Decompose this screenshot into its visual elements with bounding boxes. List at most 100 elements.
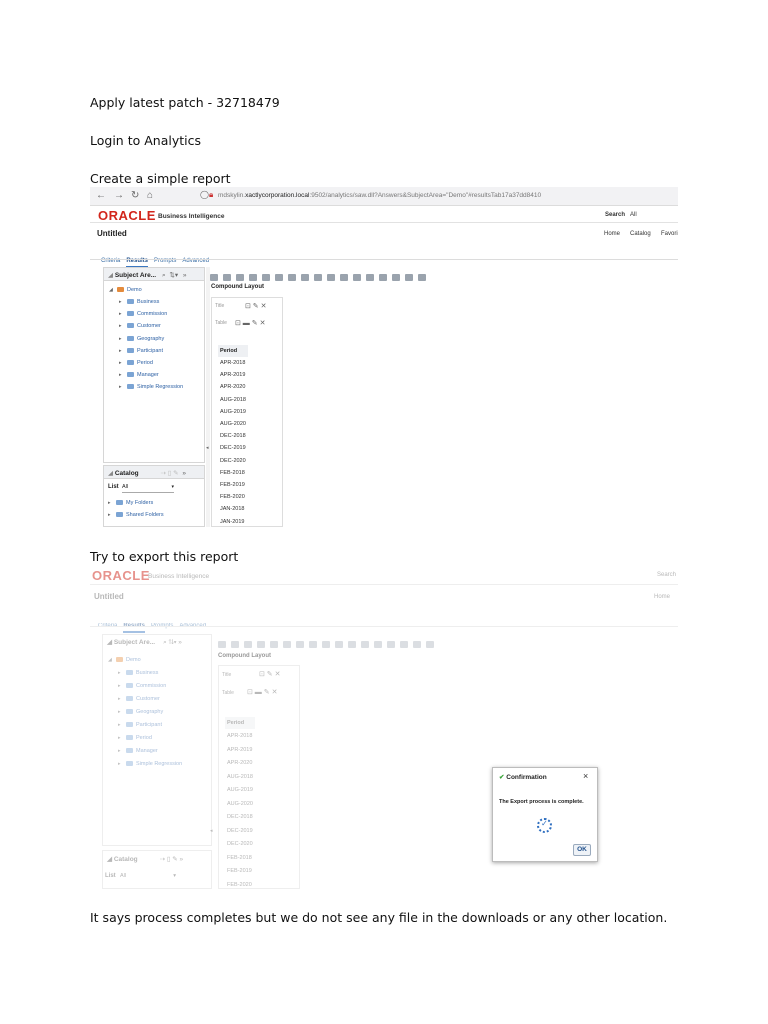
forward-icon[interactable]: →	[114, 190, 124, 201]
expand-arrow-icon[interactable]: ▸	[118, 722, 126, 728]
tree-folder[interactable]: ▸ Simple Regression	[118, 761, 182, 767]
edit-view-icon[interactable]	[301, 274, 309, 282]
preview-icon[interactable]	[270, 641, 278, 649]
search-icon[interactable]: ⌕	[162, 272, 166, 279]
expand-arrow-icon[interactable]: ▸	[119, 336, 127, 342]
column-header-period[interactable]: Period	[225, 717, 255, 729]
tree-folder[interactable]: ▸ Commission	[119, 311, 167, 317]
collapse-icon[interactable]: ◢	[108, 272, 115, 279]
print-layout-icon[interactable]	[379, 274, 387, 282]
nav-catalog[interactable]: Catalog	[630, 231, 651, 237]
export-icon[interactable]	[231, 641, 239, 649]
selection-icon[interactable]	[335, 641, 343, 649]
catalog-folder[interactable]: ▸ Shared Folders	[108, 512, 164, 518]
filter-icon[interactable]	[322, 641, 330, 649]
tree-folder[interactable]: ▸ Manager	[119, 372, 159, 378]
tab-results[interactable]: Results	[123, 623, 146, 633]
new-view-icon[interactable]	[288, 274, 296, 282]
expand-arrow-icon[interactable]: ▸	[119, 299, 127, 305]
analysis-icon[interactable]	[418, 274, 426, 282]
tree-root-demo[interactable]: ◢ Demo	[108, 657, 141, 663]
prompt-icon[interactable]	[405, 274, 413, 282]
column-header-period[interactable]: Period	[218, 345, 248, 357]
view-tools-icon[interactable]: ⊡ ▬ ✎ ✕	[235, 319, 265, 327]
paste-icon[interactable]	[257, 641, 265, 649]
print-layout-icon[interactable]	[387, 641, 395, 649]
sort-icon[interactable]	[348, 641, 356, 649]
catalog-list-select[interactable]: All ▾	[122, 484, 174, 493]
new-view-icon[interactable]	[296, 641, 304, 649]
close-icon[interactable]: ×	[583, 771, 588, 781]
copy-icon[interactable]	[236, 274, 244, 282]
selection-icon[interactable]	[327, 274, 335, 282]
analysis-icon[interactable]	[426, 641, 434, 649]
expand-panel-icon[interactable]: »	[182, 470, 186, 477]
expand-arrow-icon[interactable]: ▸	[118, 696, 126, 702]
expand-panel-icon[interactable]: »	[183, 272, 187, 279]
expand-arrow-icon[interactable]: ▸	[118, 709, 126, 715]
print-icon[interactable]	[218, 641, 226, 649]
expand-arrow-icon[interactable]: ▸	[119, 311, 127, 317]
nav-favorites[interactable]: Favori	[661, 231, 678, 237]
copy-icon[interactable]	[244, 641, 252, 649]
tree-folder[interactable]: ▸ Period	[118, 735, 152, 741]
filter-icon[interactable]	[314, 274, 322, 282]
paste-icon[interactable]	[249, 274, 257, 282]
show-icon[interactable]	[392, 274, 400, 282]
ok-button[interactable]: OK	[573, 844, 591, 856]
view-tools-icon[interactable]: ⊡ ✎ ✕	[259, 670, 281, 678]
expand-arrow-icon[interactable]: ▸	[108, 500, 116, 506]
expand-arrow-icon[interactable]: ▸	[119, 323, 127, 329]
tree-folder[interactable]: ▸ Customer	[118, 696, 160, 702]
tree-folder[interactable]: ▸ Business	[118, 670, 158, 676]
title-view[interactable]: Title	[222, 672, 231, 678]
expand-arrow-icon[interactable]: ▸	[119, 360, 127, 366]
splitter-handle-icon[interactable]: ◂	[206, 445, 209, 451]
prompt-icon[interactable]	[413, 641, 421, 649]
title-view[interactable]: Title	[215, 303, 224, 309]
tree-folder[interactable]: ▸ Manager	[118, 748, 158, 754]
tree-folder[interactable]: ▸ Geography	[118, 709, 163, 715]
tree-folder[interactable]: ▸ Business	[119, 299, 159, 305]
tree-folder[interactable]: ▸ Geography	[119, 336, 164, 342]
format-icon[interactable]	[361, 641, 369, 649]
expand-arrow-icon[interactable]: ▸	[118, 748, 126, 754]
tree-folder[interactable]: ▸ Commission	[118, 683, 166, 689]
show-icon[interactable]	[400, 641, 408, 649]
layout-icon[interactable]	[374, 641, 382, 649]
collapse-arrow-icon[interactable]: ◢	[108, 657, 116, 663]
collapse-icon[interactable]: ◢	[107, 856, 114, 863]
collapse-arrow-icon[interactable]: ◢	[109, 287, 117, 293]
expand-arrow-icon[interactable]: ▸	[119, 384, 127, 390]
edit-view-icon[interactable]	[309, 641, 317, 649]
layout-icon[interactable]	[366, 274, 374, 282]
catalog-tools-icon[interactable]: ⇢ ▯ ✎ »	[160, 856, 184, 863]
catalog-folder[interactable]: ▸ My Folders	[108, 500, 153, 506]
catalog-list-select[interactable]: All ▾	[120, 873, 176, 879]
back-icon[interactable]: ←	[96, 190, 106, 201]
expand-arrow-icon[interactable]: ▸	[118, 670, 126, 676]
collapse-icon[interactable]: ◢	[107, 639, 114, 646]
tree-folder[interactable]: ▸ Participant	[119, 348, 163, 354]
catalog-tools-icon[interactable]: ⇢ ▯ ✎	[160, 470, 178, 477]
expand-arrow-icon[interactable]: ▸	[119, 348, 127, 354]
expand-arrow-icon[interactable]: ▸	[108, 512, 116, 518]
nav-home[interactable]: Home	[654, 594, 670, 600]
refresh-icon[interactable]	[275, 274, 283, 282]
table-view[interactable]: Table	[222, 690, 234, 696]
refresh-icon[interactable]	[283, 641, 291, 649]
view-tools-icon[interactable]: ⊡ ✎ ✕	[245, 302, 267, 310]
search-scope[interactable]: All	[630, 212, 637, 218]
view-tools-icon[interactable]: ⊡ ▬ ✎ ✕	[247, 688, 277, 696]
print-icon[interactable]	[210, 274, 218, 282]
expand-arrow-icon[interactable]: ▸	[118, 683, 126, 689]
address-bar[interactable]: mdskylin.xactlycorporation.local:9502/an…	[218, 192, 541, 199]
sort-icon[interactable]: ⇅▾	[169, 272, 178, 279]
home-icon[interactable]: ⌂	[147, 190, 153, 201]
expand-arrow-icon[interactable]: ▸	[118, 761, 126, 767]
tree-folder[interactable]: ▸ Simple Regression	[119, 384, 183, 390]
tree-folder[interactable]: ▸ Participant	[118, 722, 162, 728]
nav-home[interactable]: Home	[604, 231, 620, 237]
expand-arrow-icon[interactable]: ▸	[118, 735, 126, 741]
tree-root-demo[interactable]: ◢ Demo	[109, 287, 142, 293]
